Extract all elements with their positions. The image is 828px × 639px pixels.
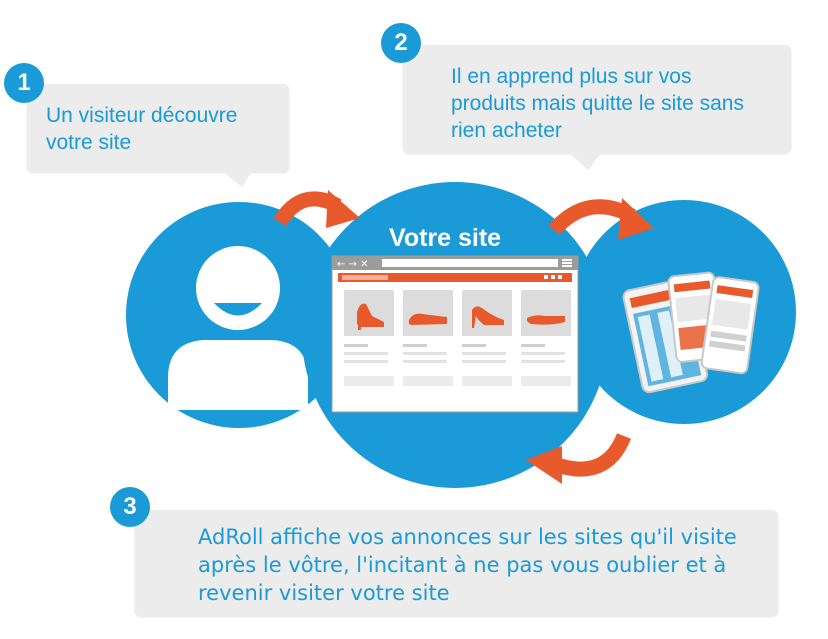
- step-3-text: AdRoll affiche vos annonces sur les site…: [198, 525, 737, 605]
- product-tile-2: [403, 290, 453, 386]
- svg-text:← → ✕: ← → ✕: [337, 259, 369, 270]
- product-tile-1: [344, 290, 394, 386]
- step-2-bubble-tail: [568, 152, 602, 170]
- curved-arrow-icon: [273, 190, 360, 228]
- step-2-badge: 2: [381, 23, 421, 63]
- product-tile-4: [521, 290, 571, 386]
- shoe-icon: [526, 315, 565, 325]
- step-3-badge: 3: [110, 487, 150, 527]
- step-2-text: Il en apprend plus sur vos produits mais…: [451, 65, 744, 142]
- curved-arrow-icon: [548, 198, 654, 240]
- step-1-badge: 1: [4, 63, 44, 103]
- site-title: Votre site: [389, 224, 502, 252]
- curved-arrow-icon: [526, 432, 631, 484]
- product-tile-3: [462, 290, 512, 386]
- step-1-text: Un visiteur découvre votre site: [46, 104, 238, 154]
- mobile-ads-icon: [622, 271, 760, 394]
- user-silhouette-icon: [168, 246, 308, 410]
- step-1-bubble-tail: [222, 171, 252, 187]
